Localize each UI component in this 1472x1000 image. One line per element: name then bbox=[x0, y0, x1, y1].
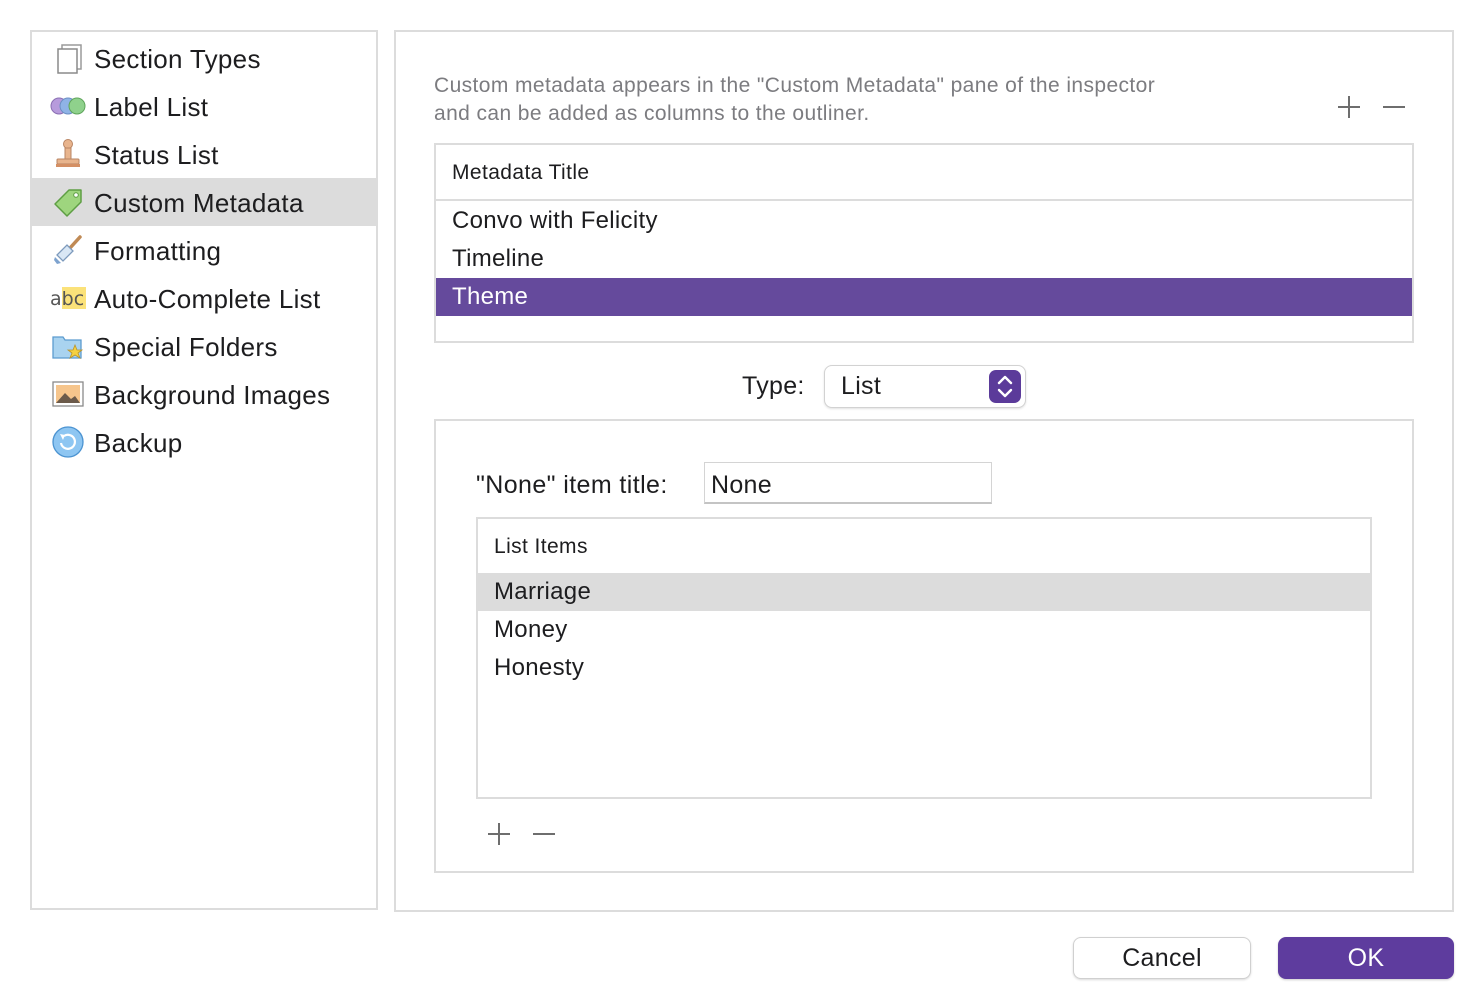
tag-icon bbox=[48, 186, 88, 218]
list-item[interactable]: Honesty bbox=[478, 649, 1370, 687]
description-text: Custom metadata appears in the "Custom M… bbox=[434, 72, 1254, 128]
description-line: and can be added as columns to the outli… bbox=[434, 102, 870, 125]
table-header[interactable]: Metadata Title bbox=[436, 145, 1412, 201]
remove-list-item-button[interactable] bbox=[529, 819, 559, 849]
abc-icon: abc bbox=[48, 282, 88, 314]
sidebar-item-label: Label List bbox=[94, 92, 209, 122]
sidebar-item-label: Custom Metadata bbox=[94, 188, 304, 218]
cancel-button[interactable]: Cancel bbox=[1073, 937, 1251, 979]
add-list-item-button[interactable] bbox=[484, 819, 514, 849]
row-label: Convo with Felicity bbox=[452, 207, 658, 234]
sidebar: Section Types Label List Status List Cus… bbox=[30, 30, 378, 910]
sidebar-item-formatting[interactable]: Formatting bbox=[32, 226, 376, 274]
sidebar-item-section-types[interactable]: Section Types bbox=[32, 34, 376, 82]
sidebar-item-label: Section Types bbox=[94, 44, 261, 74]
sidebar-item-status-list[interactable]: Status List bbox=[32, 130, 376, 178]
plus-icon bbox=[488, 823, 510, 845]
metadata-table: Metadata Title Convo with Felicity Timel… bbox=[434, 143, 1414, 343]
plus-icon bbox=[1338, 96, 1360, 118]
minus-icon bbox=[1383, 106, 1405, 108]
type-select-value: List bbox=[841, 372, 882, 400]
backup-icon bbox=[48, 426, 88, 458]
star-folder-icon bbox=[48, 330, 88, 362]
sidebar-item-label-list[interactable]: Label List bbox=[32, 82, 376, 130]
remove-metadata-button[interactable] bbox=[1379, 92, 1409, 122]
label-circles-icon bbox=[48, 90, 88, 122]
sidebar-item-label: Auto-Complete List bbox=[94, 284, 321, 314]
description-line: Custom metadata appears in the "Custom M… bbox=[434, 74, 1156, 97]
ok-button[interactable]: OK bbox=[1278, 937, 1454, 979]
type-label: Type: bbox=[742, 372, 805, 400]
sidebar-item-background-images[interactable]: Background Images bbox=[32, 370, 376, 418]
sidebar-item-special-folders[interactable]: Special Folders bbox=[32, 322, 376, 370]
sidebar-item-label: Background Images bbox=[94, 380, 331, 410]
none-item-title-label: "None" item title: bbox=[476, 471, 668, 499]
list-item-label: Honesty bbox=[494, 654, 585, 681]
list-items-table: List Items Marriage Money Honesty bbox=[476, 517, 1372, 799]
sidebar-item-label: Special Folders bbox=[94, 332, 278, 362]
stamp-icon bbox=[48, 138, 88, 170]
select-stepper-icon bbox=[989, 370, 1021, 403]
add-metadata-button[interactable] bbox=[1334, 92, 1364, 122]
minus-icon bbox=[533, 833, 555, 835]
table-row[interactable]: Timeline bbox=[436, 240, 1412, 278]
row-label: Theme bbox=[452, 283, 529, 310]
table-row-selected[interactable]: Theme bbox=[436, 278, 1412, 316]
table-row[interactable]: Convo with Felicity bbox=[436, 202, 1412, 240]
svg-text:abc: abc bbox=[50, 288, 84, 310]
paintbrush-icon bbox=[48, 234, 88, 266]
table-header[interactable]: List Items bbox=[478, 519, 1370, 573]
sidebar-item-custom-metadata[interactable]: Custom Metadata bbox=[32, 178, 376, 226]
column-header-list-items: List Items bbox=[494, 535, 588, 558]
none-item-title-field[interactable]: None bbox=[704, 462, 992, 504]
sidebar-item-label: Formatting bbox=[94, 236, 222, 266]
page-icon bbox=[48, 42, 88, 74]
image-icon bbox=[48, 378, 88, 410]
list-item-label: Money bbox=[494, 616, 568, 643]
row-label: Timeline bbox=[452, 245, 545, 272]
list-item[interactable]: Money bbox=[478, 611, 1370, 649]
sidebar-item-label: Status List bbox=[94, 140, 219, 170]
list-item[interactable]: Marriage bbox=[478, 573, 1370, 611]
sidebar-item-label: Backup bbox=[94, 428, 183, 458]
type-select[interactable]: List bbox=[824, 365, 1026, 408]
custom-metadata-panel: Custom metadata appears in the "Custom M… bbox=[394, 30, 1454, 912]
sidebar-item-auto-complete-list[interactable]: abc Auto-Complete List bbox=[32, 274, 376, 322]
sidebar-item-backup[interactable]: Backup bbox=[32, 418, 376, 466]
list-item-label: Marriage bbox=[494, 578, 592, 605]
column-header-metadata-title: Metadata Title bbox=[452, 161, 590, 184]
list-settings-box: "None" item title: None List Items Marri… bbox=[434, 419, 1414, 873]
